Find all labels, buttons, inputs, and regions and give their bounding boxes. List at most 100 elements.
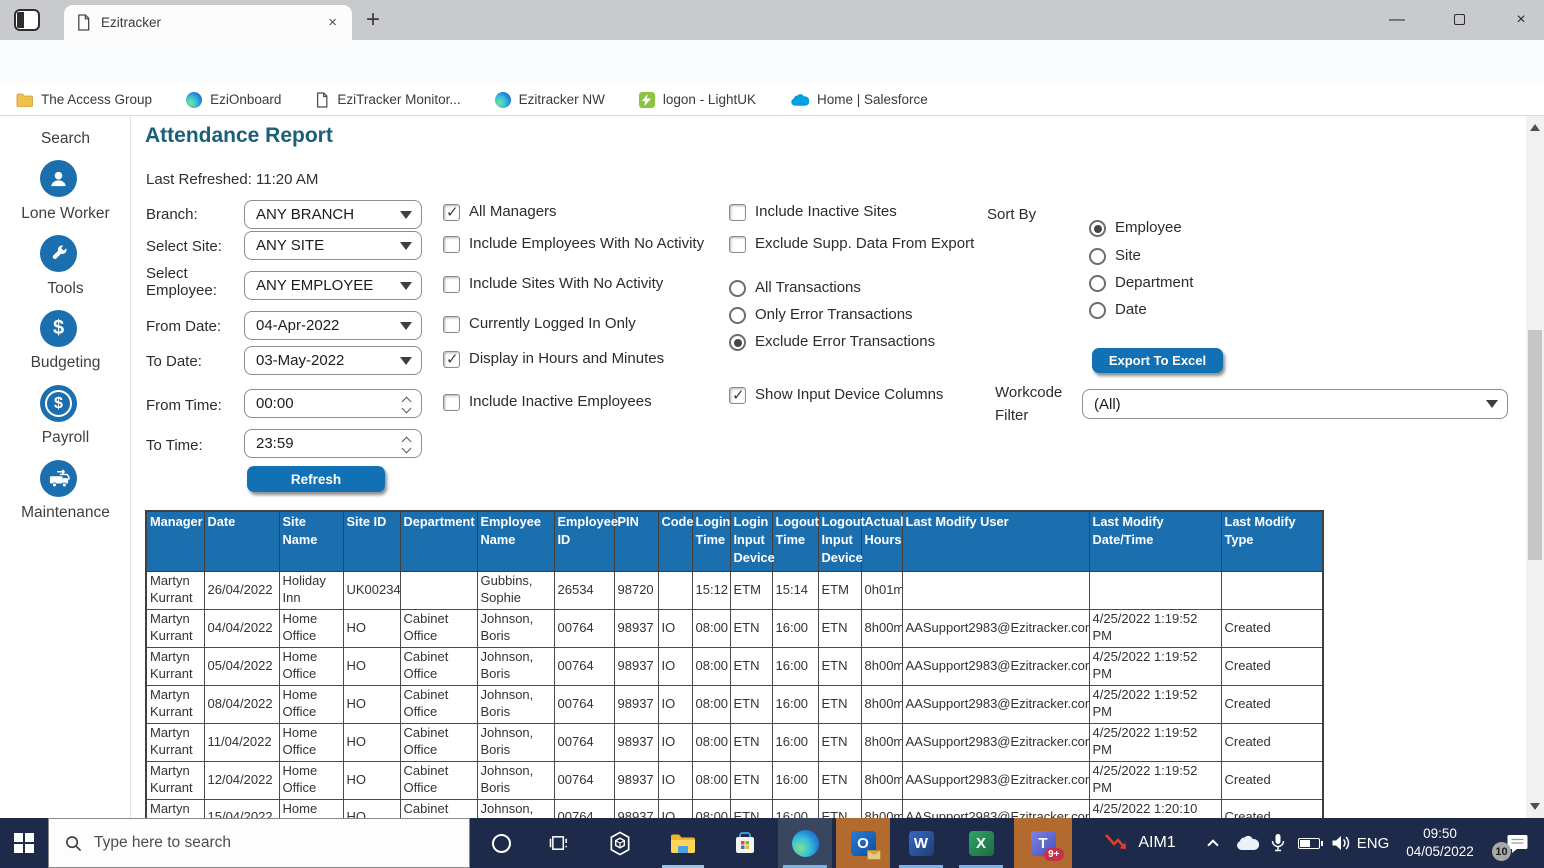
table-cell [1221,571,1323,609]
from-time-input[interactable]: 00:00 [244,389,422,418]
checkbox-include-sites-no-activity[interactable]: Include Sites With No Activity [443,276,663,293]
bookmark-ezitracker-monitor[interactable]: EziTracker Monitor... [315,92,460,108]
excel-taskbar-icon[interactable]: X [954,818,1008,868]
spinner-icon[interactable] [401,396,412,413]
microsoft-store-icon[interactable] [720,818,770,868]
window-close-button[interactable]: × [1506,11,1536,29]
sidebar-item-payroll[interactable]: Payroll [0,429,131,447]
hexagon-app-icon[interactable] [596,818,644,868]
radio-icon[interactable] [1089,220,1106,237]
dollar-icon[interactable]: $ [40,310,77,347]
bolt-icon [639,92,655,108]
table-cell: ETN [818,647,861,685]
radio-sort-department[interactable]: Department [1089,275,1193,292]
checkbox-display-hours-minutes[interactable]: Display in Hours and Minutes [443,351,664,368]
branch-dropdown[interactable]: ANY BRANCH [244,200,422,229]
employee-dropdown[interactable]: ANY EMPLOYEE [244,271,422,300]
to-date-dropdown[interactable]: 03-May-2022 [244,346,422,375]
export-to-excel-button[interactable]: Export To Excel [1092,348,1223,373]
checkbox-all-managers[interactable]: All Managers [443,204,557,221]
sidebar-item-tools[interactable]: Tools [0,280,131,298]
onedrive-icon[interactable] [1230,818,1264,868]
bookmark-the-access-group[interactable]: The Access Group [16,92,152,107]
tab-close-icon[interactable]: × [325,14,340,31]
checkbox-icon[interactable] [729,387,746,404]
radio-sort-employee[interactable]: Employee [1089,220,1182,237]
from-date-dropdown[interactable]: 04-Apr-2022 [244,311,422,340]
checkbox-icon[interactable] [729,236,746,253]
radio-icon[interactable] [1089,302,1106,319]
radio-icon[interactable] [1089,248,1106,265]
task-view-icon[interactable] [536,818,582,868]
sidebar-item-search[interactable]: Search [0,130,131,148]
bookmark-home-salesforce[interactable]: Home | Salesforce [790,92,928,107]
bookmark-logon-lightuk[interactable]: logon - LightUK [639,92,756,108]
outlook-taskbar-icon[interactable]: O [836,818,890,868]
checkbox-include-inactive-sites[interactable]: Include Inactive Sites [729,204,897,221]
checkbox-exclude-supp-data[interactable]: Exclude Supp. Data From Export [729,236,974,253]
page-scrollbar[interactable] [1526,116,1544,818]
sidebar-item-maintenance[interactable]: Maintenance [0,504,131,522]
checkbox-icon[interactable] [443,236,460,253]
to-time-input[interactable]: 23:59 [244,429,422,458]
word-taskbar-icon[interactable]: W [894,818,948,868]
new-tab-button[interactable]: + [366,6,380,34]
checkbox-icon[interactable] [443,394,460,411]
edge-taskbar-icon[interactable] [778,818,832,868]
sidebar-item-budgeting[interactable]: Budgeting [0,354,131,372]
spinner-icon[interactable] [401,436,412,453]
file-explorer-icon[interactable] [658,818,708,868]
hidden-icons-chevron[interactable] [1198,818,1228,868]
bookmark-ezitracker-nw[interactable]: Ezitracker NW [495,92,605,108]
checkbox-include-employees-no-activity[interactable]: Include Employees With No Activity [443,236,704,253]
site-dropdown[interactable]: ANY SITE [244,231,422,260]
checkbox-icon[interactable] [443,276,460,293]
bookmark-ezionboard[interactable]: EziOnboard [186,92,281,108]
table-cell: Cabinet Office [400,609,477,647]
wrench-icon[interactable] [40,235,77,272]
window-minimize-button[interactable]: — [1382,11,1412,29]
radio-all-transactions[interactable]: All Transactions [729,280,861,297]
notification-center-icon[interactable]: 10 [1490,818,1544,868]
cortana-icon[interactable] [478,818,524,868]
person-icon[interactable] [40,160,77,197]
search-icon [65,835,82,852]
taskbar-clock[interactable]: 09:50 04/05/2022 [1396,818,1484,868]
aim-tray-item[interactable]: AIM1 [1088,818,1192,868]
window-maximize-button[interactable] [1444,14,1474,25]
radio-sort-date[interactable]: Date [1089,302,1147,319]
teams-taskbar-icon[interactable]: T9+ [1014,818,1072,868]
radio-exclude-error-transactions[interactable]: Exclude Error Transactions [729,334,935,351]
radio-icon[interactable] [729,334,746,351]
checkbox-currently-logged-in[interactable]: Currently Logged In Only [443,316,636,333]
checkbox-include-inactive-employees[interactable]: Include Inactive Employees [443,394,652,411]
refresh-button[interactable]: Refresh [247,466,385,492]
sidebar-item-lone-worker[interactable]: Lone Worker [0,205,131,223]
table-cell: 98937 [614,685,658,723]
scroll-up-icon[interactable] [1530,124,1540,131]
radio-icon[interactable] [729,307,746,324]
microphone-icon[interactable] [1264,818,1292,868]
checkbox-icon[interactable] [443,316,460,333]
checkbox-icon[interactable] [443,351,460,368]
checkbox-show-input-device-columns[interactable]: Show Input Device Columns [729,387,943,404]
dollar-circle-icon[interactable]: $ [40,385,77,422]
scroll-down-icon[interactable] [1530,803,1540,810]
start-button[interactable] [0,818,48,868]
radio-icon[interactable] [1089,275,1106,292]
radio-icon[interactable] [729,280,746,297]
scrollbar-thumb[interactable] [1528,330,1542,560]
van-icon[interactable] [40,460,77,497]
browser-tab[interactable]: Ezitracker × [64,5,352,40]
language-indicator[interactable]: ENG [1352,818,1394,868]
radio-sort-site[interactable]: Site [1089,248,1141,265]
radio-only-error-transactions[interactable]: Only Error Transactions [729,307,913,324]
table-header-cell: Manager [146,511,204,571]
battery-icon[interactable] [1292,818,1326,868]
checkbox-icon[interactable] [443,204,460,221]
workcode-filter-dropdown[interactable]: (All) [1082,389,1508,419]
checkbox-icon[interactable] [729,204,746,221]
tab-actions-menu-icon[interactable] [14,9,40,31]
table-cell: 8h00m [861,799,902,818]
taskbar-search-input[interactable]: Type here to search [48,818,470,868]
